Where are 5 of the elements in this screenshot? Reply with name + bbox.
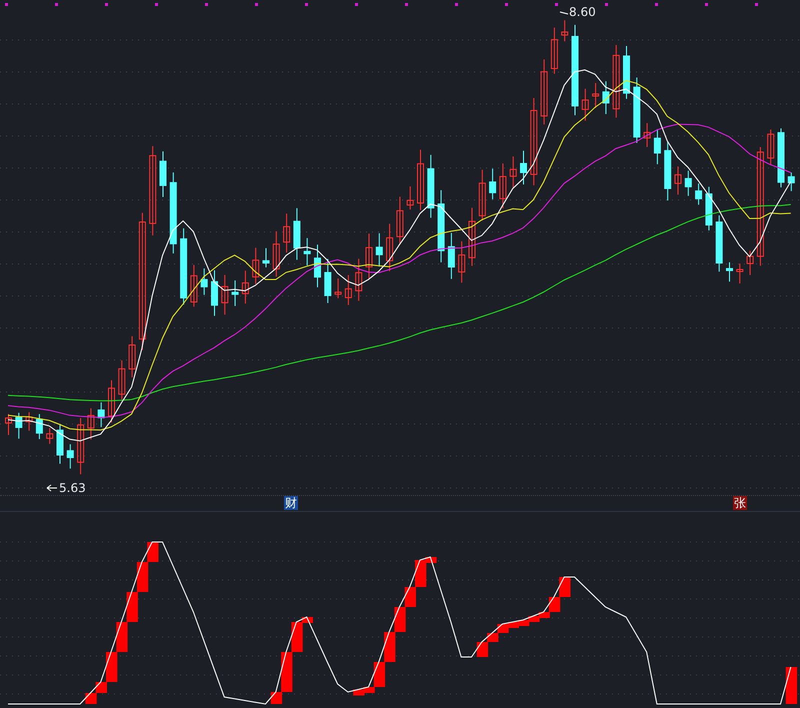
low-price-label: 5.63 (59, 481, 86, 495)
low-pointer-arrow (46, 484, 58, 492)
event-marker: 张 (733, 496, 747, 510)
high-price-label: 8.60 (569, 5, 596, 19)
event-marker: 财 (284, 496, 298, 510)
